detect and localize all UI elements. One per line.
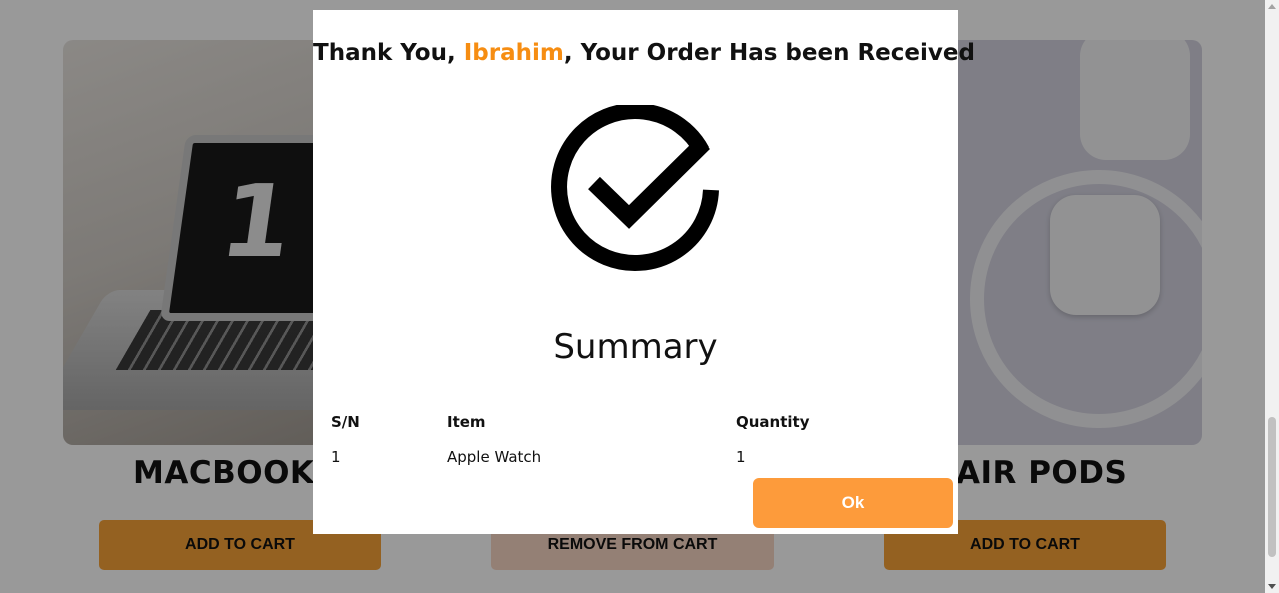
cell-quantity: 1 xyxy=(736,448,746,466)
ok-button[interactable]: Ok xyxy=(753,478,953,528)
header-item: Item xyxy=(447,413,486,431)
summary-title: Summary xyxy=(553,327,718,367)
cell-item: Apple Watch xyxy=(447,448,542,466)
scrollbar-thumb[interactable] xyxy=(1268,417,1276,557)
modal-heading: Thank You, Ibrahim, Your Order Has been … xyxy=(313,40,975,66)
heading-prefix: Thank You, xyxy=(313,40,464,66)
order-confirmation-modal: Thank You, Ibrahim, Your Order Has been … xyxy=(313,10,975,534)
cell-sn: 1 xyxy=(331,448,341,466)
customer-name: Ibrahim xyxy=(463,40,564,66)
header-quantity: Quantity xyxy=(736,413,810,431)
table-header-row: S/N Item Quantity xyxy=(331,413,931,433)
heading-suffix: , Your Order Has been Received xyxy=(563,40,975,66)
header-sn: S/N xyxy=(331,413,360,431)
scroll-up-arrow-icon[interactable] xyxy=(1268,4,1276,9)
check-circle-icon xyxy=(551,105,719,271)
table-row: 1 Apple Watch 1 xyxy=(331,448,931,468)
page-scrollbar[interactable] xyxy=(1265,0,1279,593)
scroll-down-arrow-icon[interactable] xyxy=(1268,584,1276,589)
